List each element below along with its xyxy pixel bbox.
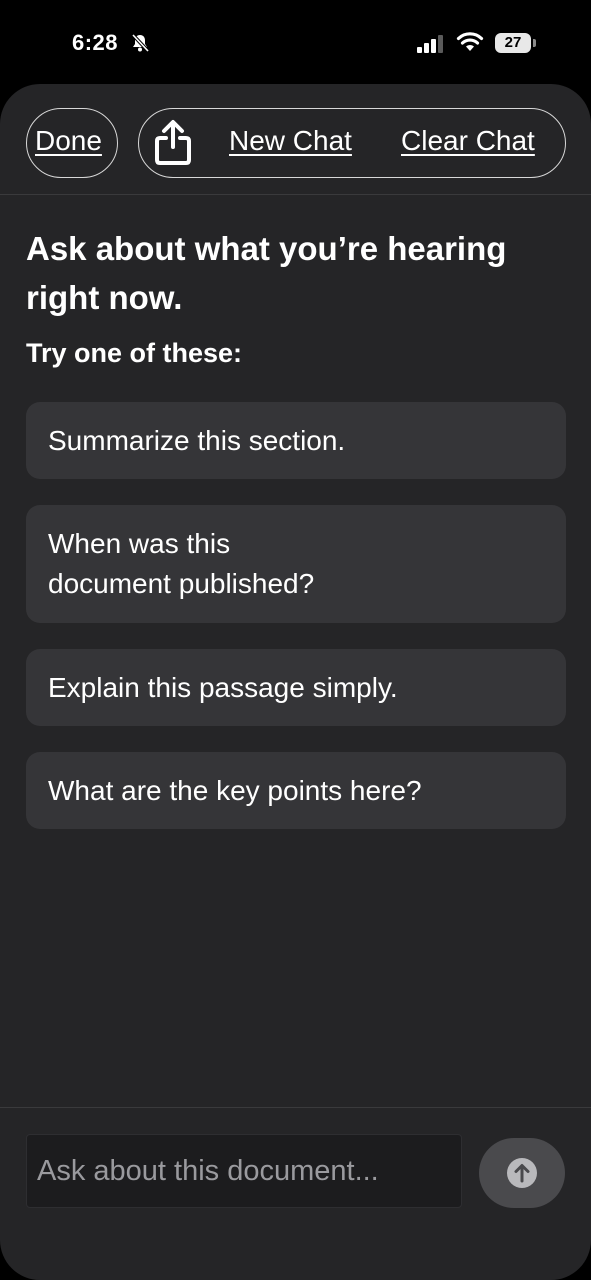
suggestions-heading: Try one of these: [26,338,243,368]
new-chat-button[interactable]: New Chat [229,125,352,157]
bell-slash-icon [131,33,150,53]
sheet-header: Done New Chat Clear Chat [0,84,591,195]
battery-icon: 27 [495,33,539,53]
suggestion-chip[interactable]: Explain this passage simply. [26,649,566,726]
send-button[interactable] [479,1138,565,1208]
suggestion-text: When was this document published? [48,528,315,599]
clear-chat-button[interactable]: Clear Chat [401,125,535,157]
done-pill: Done [26,108,118,178]
ask-input[interactable] [26,1134,462,1208]
wifi-icon [456,32,484,51]
suggestion-list: Summarize this section. When was this do… [26,402,566,855]
page-title: Ask about what you’re hearing right now. [26,230,507,316]
chat-sheet: Done New Chat Clear Chat Ask about what … [0,84,591,1280]
status-bar: 6:28 27 [0,0,591,84]
suggestion-text: Summarize this section. [48,424,346,456]
arrow-up-icon [507,1158,537,1188]
done-button[interactable]: Done [35,125,102,157]
battery-tip [533,39,536,47]
suggestion-chip[interactable]: When was this document published? [26,505,566,623]
status-time: 6:28 [72,30,119,55]
cellular-signal-icon [417,35,443,53]
composer [0,1107,591,1280]
share-icon[interactable] [151,119,195,167]
suggestion-chip[interactable]: What are the key points here? [26,752,566,829]
suggestion-text: Explain this passage simply. [48,671,398,703]
battery-level: 27 [495,33,531,53]
suggestion-text: What are the key points here? [48,774,422,806]
suggestion-chip[interactable]: Summarize this section. [26,402,566,479]
actions-pill: New Chat Clear Chat [138,108,566,178]
